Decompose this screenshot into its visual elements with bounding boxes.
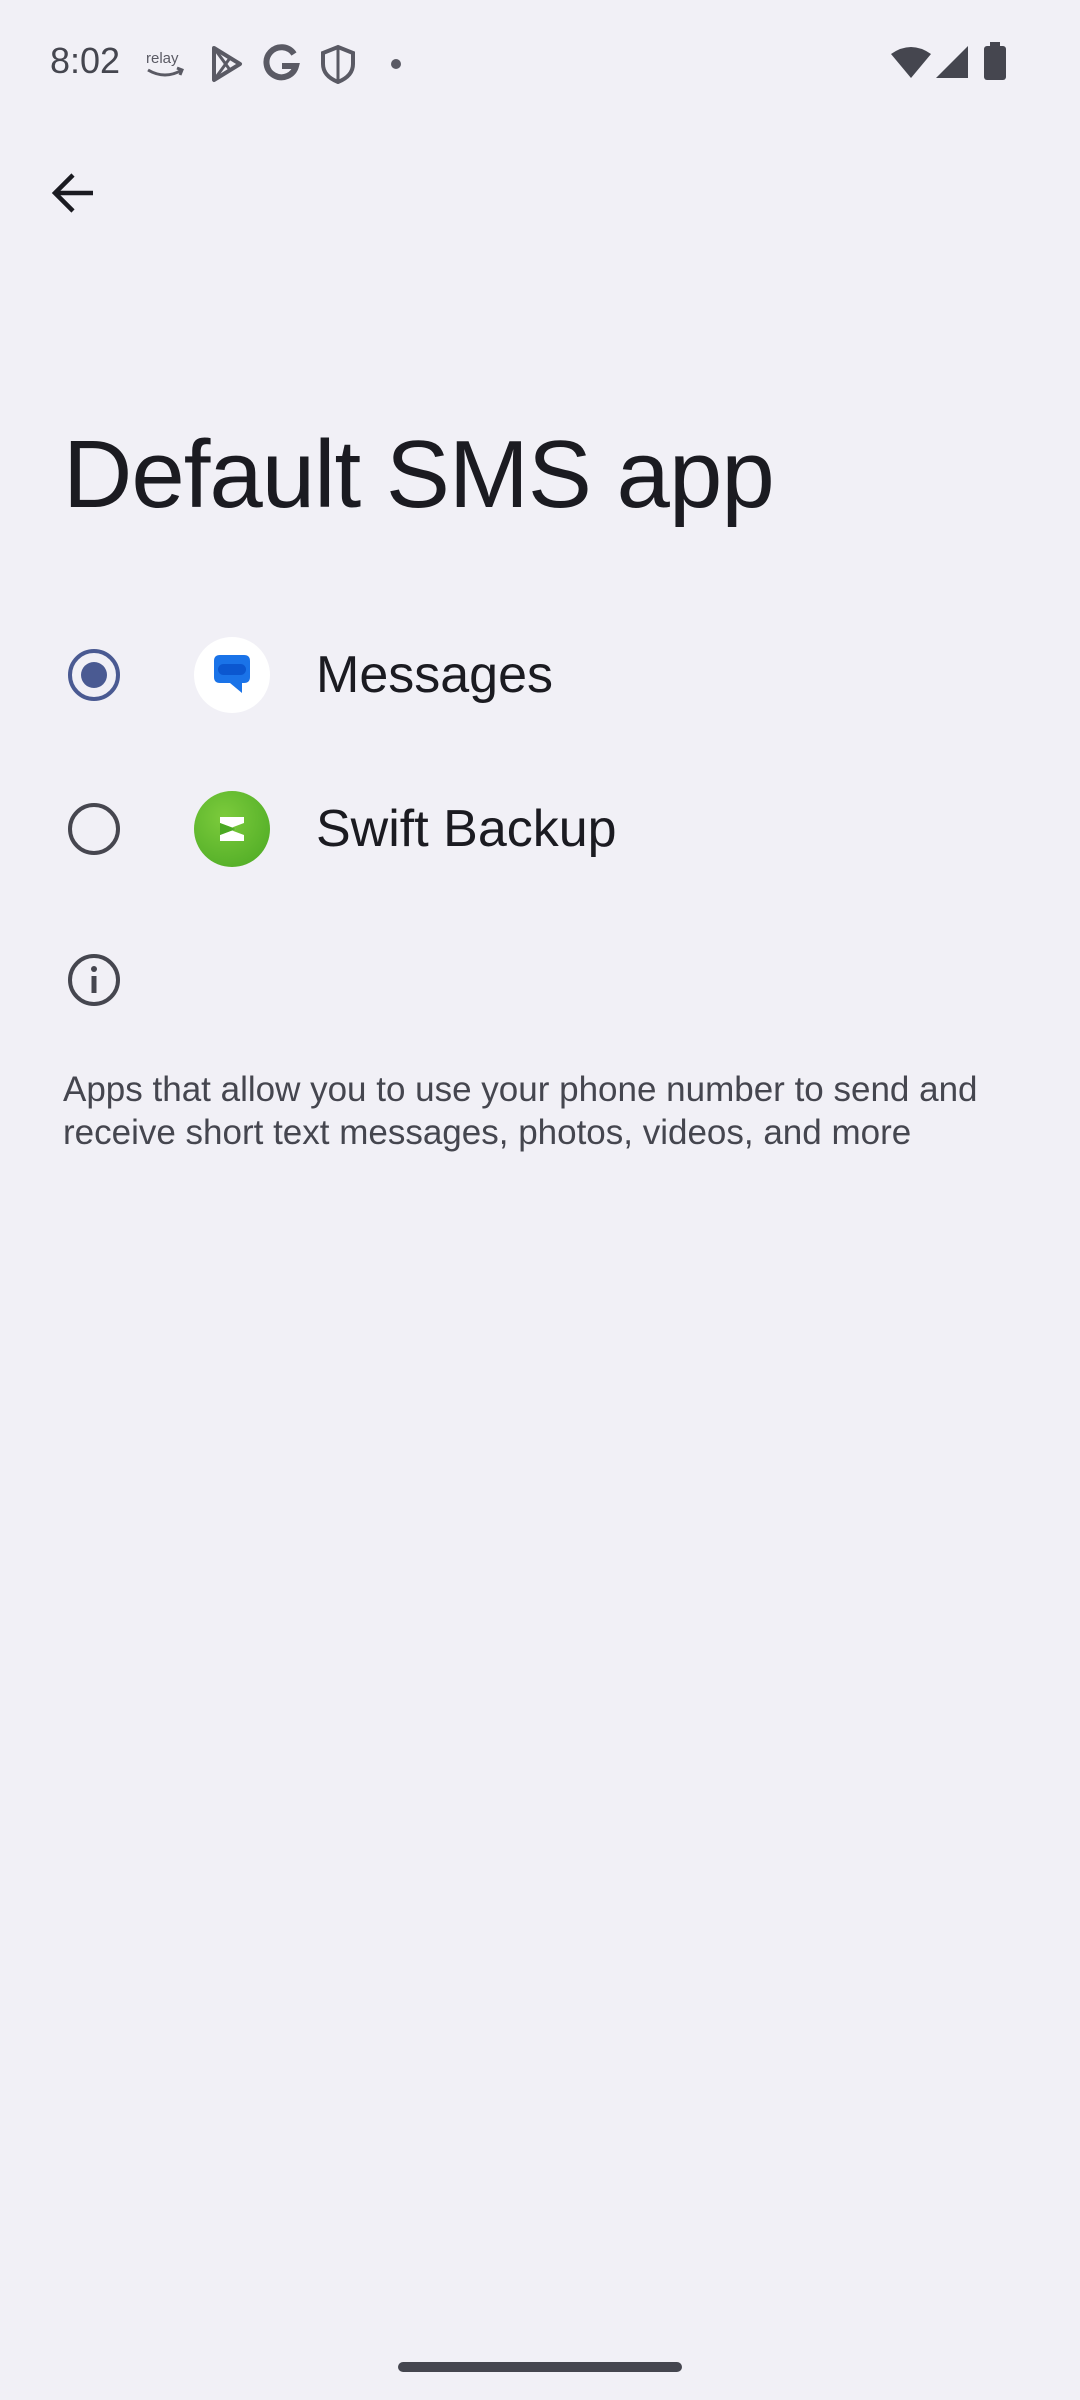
play-store-icon bbox=[212, 46, 242, 82]
wifi-icon bbox=[891, 47, 931, 78]
shield-icon bbox=[321, 44, 355, 84]
status-time: 8:02 bbox=[50, 40, 121, 81]
amazon-smile-icon bbox=[147, 66, 184, 77]
radio-button-selected[interactable] bbox=[68, 649, 120, 701]
messages-app-icon bbox=[194, 637, 270, 713]
amazon-relay-icon: relay bbox=[146, 50, 179, 67]
info-description: Apps that allow you to use your phone nu… bbox=[63, 1070, 978, 1152]
info-icon bbox=[68, 954, 120, 1006]
arrow-back-icon bbox=[51, 173, 93, 213]
signal-icon bbox=[936, 46, 968, 78]
default-sms-app-screen: 8:02 relay Default SMS app Messages Swif… bbox=[0, 0, 1080, 2400]
option-label: Messages bbox=[316, 646, 553, 704]
dot-icon bbox=[391, 59, 401, 69]
radio-dot bbox=[81, 662, 107, 688]
status-bar: 8:02 relay bbox=[0, 0, 1080, 130]
option-swift-backup[interactable]: Swift Backup bbox=[0, 754, 1080, 904]
back-button[interactable] bbox=[30, 150, 116, 236]
battery-icon bbox=[984, 42, 1006, 80]
home-gesture-bar[interactable] bbox=[398, 2362, 682, 2372]
option-label: Swift Backup bbox=[316, 800, 617, 858]
google-icon bbox=[263, 44, 300, 81]
swift-backup-logo-icon bbox=[220, 817, 244, 841]
messages-bubble-icon bbox=[214, 655, 250, 693]
swift-backup-app-icon bbox=[194, 791, 270, 867]
page-title: Default SMS app bbox=[63, 421, 775, 528]
radio-button-unselected[interactable] bbox=[68, 803, 120, 855]
option-messages[interactable]: Messages bbox=[0, 600, 1080, 750]
